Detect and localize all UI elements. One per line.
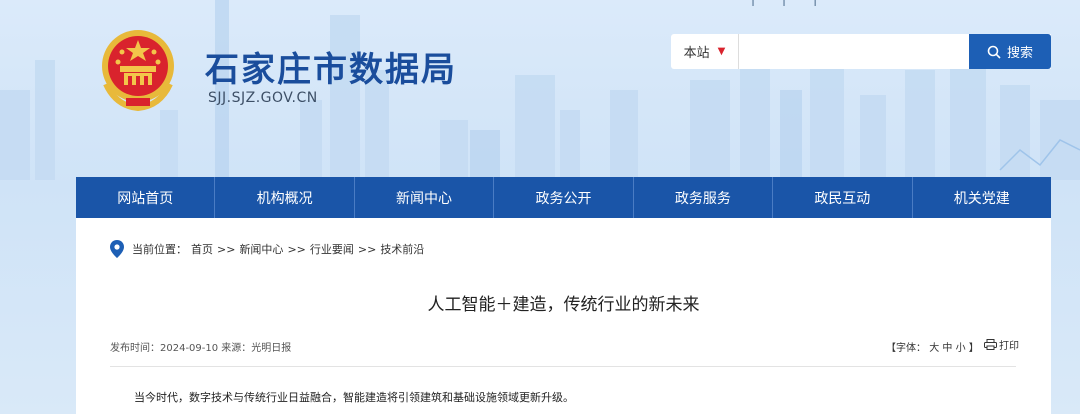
nav-item-party[interactable]: 机关党建	[911, 177, 1051, 218]
breadcrumb-prefix: 当前位置：	[132, 243, 187, 256]
nav-item-about[interactable]: 机构概况	[214, 177, 353, 218]
font-size-label: 【字体：	[886, 343, 926, 354]
breadcrumb-separator: >>	[287, 242, 306, 256]
search-icon	[987, 45, 1001, 59]
top-links[interactable]: ——|——|——|——	[725, 0, 844, 6]
search-button-label: 搜索	[1006, 46, 1033, 61]
article-title: 人工智能＋建造，传统行业的新未来	[427, 295, 700, 315]
search-box: 本站 ▼ 搜索	[671, 34, 1051, 69]
breadcrumb-home[interactable]: 首页	[191, 241, 213, 257]
breadcrumb-industry[interactable]: 行业要闻	[310, 241, 354, 257]
breadcrumb-tech[interactable]: 技术前沿	[380, 241, 424, 257]
font-large-button[interactable]: 大	[929, 343, 939, 354]
nav-item-services[interactable]: 政务服务	[632, 177, 772, 218]
font-size-close: 】	[968, 343, 979, 354]
print-label: 打印	[999, 341, 1019, 352]
nav-item-public-info[interactable]: 政务公开	[493, 177, 632, 218]
search-scope-label: 本站	[683, 46, 710, 61]
site-title: 石家庄市数据局	[205, 50, 457, 90]
breadcrumb-separator: >>	[217, 242, 236, 256]
font-small-button[interactable]: 小	[956, 343, 966, 354]
article-paragraph: 当今时代，数字技术与传统行业日益融合，智能建造将引领建筑和基础设施领域更新升级。	[134, 391, 574, 404]
national-emblem-icon	[102, 30, 174, 112]
site-domain: SJJ.SJZ.GOV.CN	[208, 90, 318, 106]
printer-icon	[984, 339, 997, 350]
print-button[interactable]: 打印	[984, 337, 1019, 352]
caret-down-icon: ▼	[717, 46, 726, 57]
search-scope-select[interactable]: 本站 ▼	[671, 34, 739, 69]
divider	[110, 366, 1016, 367]
nav-item-interaction[interactable]: 政民互动	[772, 177, 911, 218]
nav-item-news[interactable]: 新闻中心	[353, 177, 493, 218]
breadcrumb-news[interactable]: 新闻中心	[239, 241, 283, 257]
breadcrumb-separator: >>	[357, 242, 377, 256]
article-panel: 当前位置： 首页 >> 新闻中心 >> 行业要闻 >> 技术前沿 人工智能＋建造…	[76, 218, 1051, 414]
main-nav: 网站首页 机构概况 新闻中心 政务公开 政务服务 政民互动 机关党建	[76, 177, 1051, 218]
nav-item-home[interactable]: 网站首页	[76, 177, 214, 218]
breadcrumb: 当前位置： 首页 >> 新闻中心 >> 行业要闻 >> 技术前沿	[110, 240, 424, 258]
article-meta: 发布时间：2024-09-10 来源：光明日报	[110, 343, 292, 354]
font-size-control: 【字体： 大 中 小 】	[886, 339, 979, 354]
search-button[interactable]: 搜索	[969, 34, 1051, 69]
search-input[interactable]	[739, 34, 969, 69]
location-pin-icon	[110, 240, 124, 258]
font-medium-button[interactable]: 中	[942, 343, 952, 354]
